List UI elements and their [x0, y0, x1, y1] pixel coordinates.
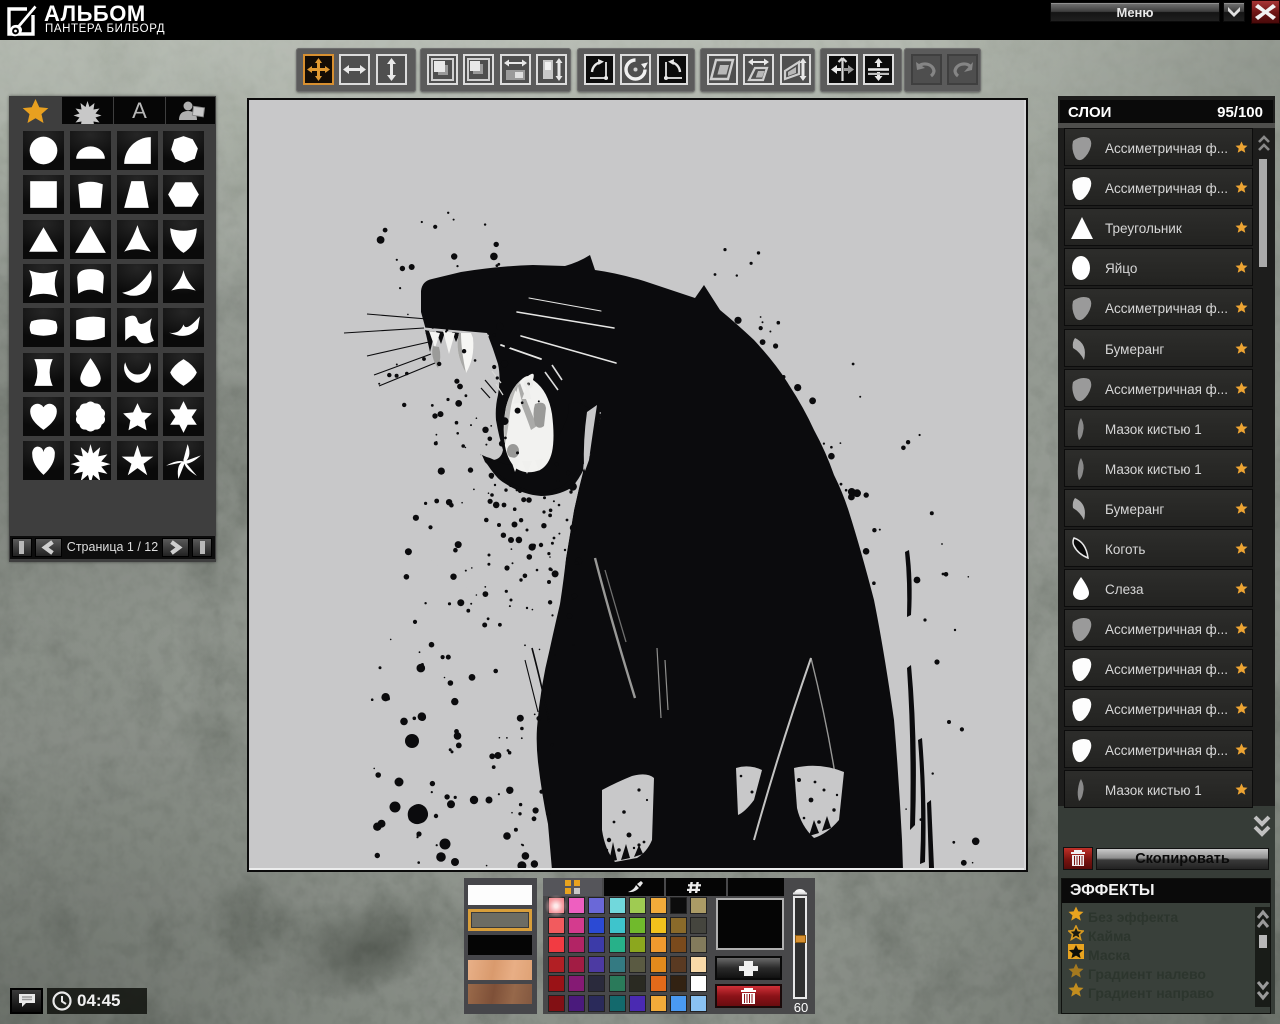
svg-text:A: A: [132, 98, 147, 123]
